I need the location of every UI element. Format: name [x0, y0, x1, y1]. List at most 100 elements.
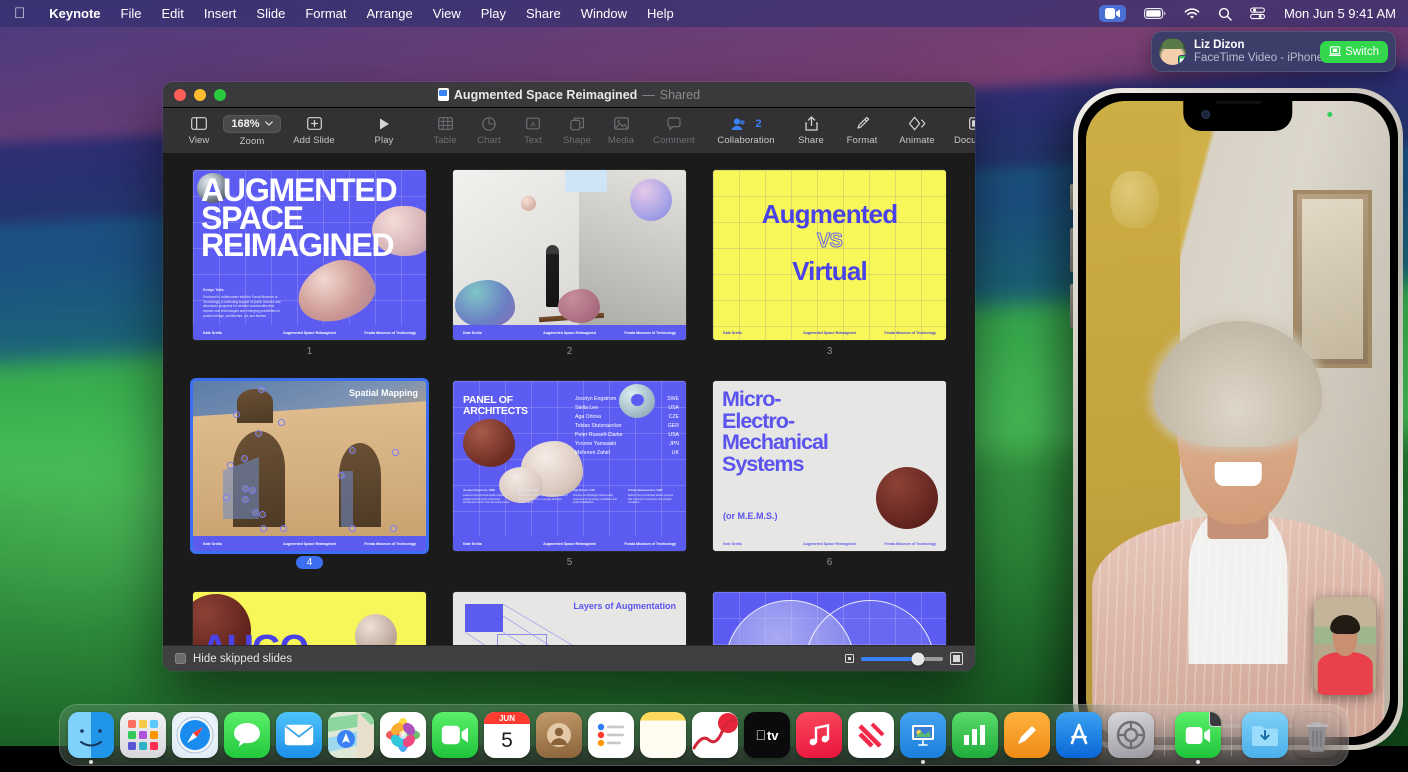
maximize-button[interactable] — [214, 89, 226, 101]
close-button[interactable] — [174, 89, 186, 101]
safari-icon[interactable] — [172, 712, 218, 758]
notes-icon[interactable] — [640, 712, 686, 758]
slider-knob[interactable] — [912, 652, 925, 665]
facetime-icon[interactable] — [432, 712, 478, 758]
menu-item-format[interactable]: Format — [295, 6, 356, 21]
launchpad-icon[interactable] — [120, 712, 166, 758]
news-icon[interactable] — [848, 712, 894, 758]
facetime-handoff-popup[interactable]: Liz Dizon FaceTime Video - iPhone › Swit… — [1151, 31, 1396, 72]
toolbar-animate-button[interactable]: Animate — [889, 116, 945, 146]
toolbar-add-slide-button[interactable]: Add Slide — [283, 116, 345, 146]
menu-item-view[interactable]: View — [423, 6, 471, 21]
toolbar-collaboration-button[interactable]: 2 Collaboration — [705, 116, 787, 146]
slide-thumbnail-2[interactable]: Kate Srella Augmented Space Reimagined F… — [453, 170, 686, 340]
menu-item-window[interactable]: Window — [571, 6, 637, 21]
slide-cell-5[interactable]: PANEL OF ARCHITECTS Jocelyn EngstromSWE … — [453, 381, 686, 570]
reminders-icon[interactable] — [588, 712, 634, 758]
photos-icon[interactable] — [380, 712, 426, 758]
contacts-icon[interactable] — [536, 712, 582, 758]
small-thumbnail-icon[interactable] — [845, 654, 854, 663]
menu-bar-clock[interactable]: Mon Jun 5 9:41 AM — [1274, 6, 1396, 21]
large-thumbnail-icon[interactable] — [950, 652, 963, 665]
trash-icon[interactable] — [1294, 712, 1340, 758]
slide-cell-9[interactable]: PHYSICAL AUGMENTED VIRTUAL 9 — [713, 592, 946, 645]
finder-icon[interactable] — [68, 712, 114, 758]
calendar-icon[interactable]: JUN 5 — [484, 712, 530, 758]
facetime-iphone-icon[interactable] — [1175, 712, 1221, 758]
dock-item-keynote[interactable] — [900, 712, 946, 758]
slide-cell-7[interactable]: AUGO 7 — [193, 592, 426, 645]
hide-skipped-slides-checkbox[interactable] — [175, 653, 186, 664]
slide-thumbnail-8[interactable]: Layers of Augmentation — [453, 592, 686, 645]
switch-button[interactable]: Switch — [1320, 41, 1388, 63]
toolbar-comment-button[interactable]: Comment — [643, 116, 705, 146]
thumbnail-size-slider[interactable] — [845, 652, 963, 665]
slide-thumbnail-4[interactable]: Spatial Mapping — [193, 381, 426, 551]
slide-cell-8[interactable]: Layers of Augmentation 8 — [453, 592, 686, 645]
iphone-screen[interactable] — [1086, 101, 1390, 737]
keynote-icon[interactable] — [900, 712, 946, 758]
toolbar-share-button[interactable]: Share — [787, 116, 835, 146]
messages-icon[interactable] — [224, 712, 270, 758]
zoom-value-box[interactable]: 168% — [223, 115, 280, 133]
toolbar-chart-button[interactable]: Chart — [467, 116, 511, 146]
toolbar-table-button[interactable]: Table — [423, 116, 467, 146]
battery-icon[interactable] — [1135, 8, 1175, 19]
toolbar-play-button[interactable]: Play — [345, 116, 423, 146]
facetime-video-icon[interactable] — [1090, 5, 1135, 22]
slider-track[interactable] — [861, 657, 943, 661]
slide-thumbnail-6[interactable]: Micro- Electro- Mechanical Systems (or M… — [713, 381, 946, 551]
music-icon[interactable] — [796, 712, 842, 758]
slide-thumbnail-9[interactable]: PHYSICAL AUGMENTED VIRTUAL — [713, 592, 946, 645]
slide-cell-6[interactable]: Micro- Electro- Mechanical Systems (or M… — [713, 381, 946, 570]
slide-thumbnail-5[interactable]: PANEL OF ARCHITECTS Jocelyn EngstromSWE … — [453, 381, 686, 551]
toolbar-media-button[interactable]: Media — [599, 116, 643, 146]
menu-item-edit[interactable]: Edit — [152, 6, 194, 21]
slide-cell-2[interactable]: Kate Srella Augmented Space Reimagined F… — [453, 170, 686, 359]
numbers-icon[interactable] — [952, 712, 998, 758]
menu-item-file[interactable]: File — [111, 6, 152, 21]
wifi-icon[interactable] — [1175, 8, 1209, 20]
downloads-folder-icon[interactable] — [1242, 712, 1288, 758]
menu-item-share[interactable]: Share — [516, 6, 571, 21]
slide-thumbnail-3[interactable]: Augmented VS Virtual Kate Srella Augment… — [713, 170, 946, 340]
table-icon — [438, 116, 453, 132]
toolbar-view-button[interactable]: View — [177, 116, 221, 146]
toolbar-shape-button[interactable]: Shape — [555, 116, 599, 146]
stocks-icon[interactable] — [692, 712, 738, 758]
menu-item-insert[interactable]: Insert — [194, 6, 247, 21]
iphone-device[interactable] — [1073, 88, 1403, 750]
search-icon[interactable] — [1209, 7, 1241, 21]
toolbar-zoom-control[interactable]: 168% Zoom — [221, 115, 283, 147]
toolbar-document-button[interactable]: Document — [945, 116, 975, 146]
dock-item-facetime-iphone[interactable] — [1175, 712, 1221, 758]
window-title-bar[interactable]: Augmented Space Reimagined — Shared — [163, 82, 975, 108]
mail-icon[interactable] — [276, 712, 322, 758]
maps-icon[interactable] — [328, 712, 374, 758]
minimize-button[interactable] — [194, 89, 206, 101]
slide-cell-3[interactable]: Augmented VS Virtual Kate Srella Augment… — [713, 170, 946, 359]
toolbar-text-button[interactable]: A Text — [511, 116, 555, 146]
animate-icon — [909, 116, 926, 132]
menu-item-arrange[interactable]: Arrange — [357, 6, 423, 21]
slide-light-table[interactable]: AUGMENTED SPACE REIMAGINED Design Talks … — [163, 154, 975, 645]
menu-item-slide[interactable]: Slide — [246, 6, 295, 21]
slide-cell-4[interactable]: Spatial Mapping — [193, 381, 426, 570]
control-center-icon[interactable] — [1241, 7, 1274, 20]
system-settings-icon[interactable] — [1108, 712, 1154, 758]
slide-thumbnail-1[interactable]: AUGMENTED SPACE REIMAGINED Design Talks … — [193, 170, 426, 340]
toolbar-format-button[interactable]: Format — [835, 116, 889, 146]
menu-item-play[interactable]: Play — [471, 6, 516, 21]
facetime-self-view-pip[interactable] — [1314, 597, 1376, 695]
pages-icon[interactable] — [1004, 712, 1050, 758]
slide-thumbnail-7[interactable]: AUGO — [193, 592, 426, 645]
menu-item-keynote[interactable]: Keynote — [39, 6, 110, 21]
appletv-icon[interactable]: tv — [744, 712, 790, 758]
keynote-toolbar: View 168% Zoom Add Slide Play — [163, 108, 975, 154]
apple-logo-icon[interactable]:  — [14, 6, 25, 21]
slide-cell-1[interactable]: AUGMENTED SPACE REIMAGINED Design Talks … — [193, 170, 426, 359]
menu-item-help[interactable]: Help — [637, 6, 684, 21]
dock-item-finder[interactable] — [68, 712, 114, 758]
keynote-window[interactable]: Augmented Space Reimagined — Shared View… — [163, 82, 975, 671]
appstore-icon[interactable] — [1056, 712, 1102, 758]
